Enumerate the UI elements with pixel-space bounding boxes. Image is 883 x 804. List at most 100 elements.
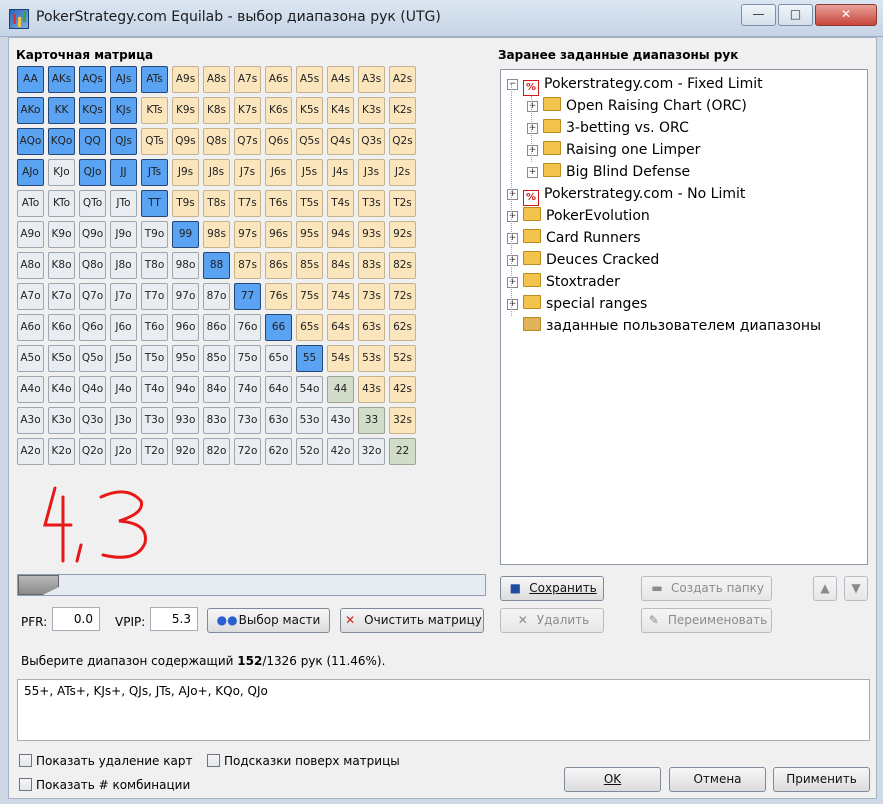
hand-cell-T5o[interactable]: T5o	[141, 345, 168, 372]
hand-cell-44[interactable]: 44	[327, 376, 354, 403]
hand-cell-A9s[interactable]: A9s	[172, 66, 199, 93]
hand-cell-K9s[interactable]: K9s	[172, 97, 199, 124]
hand-cell-J7o[interactable]: J7o	[110, 283, 137, 310]
hand-cell-33[interactable]: 33	[358, 407, 385, 434]
hand-cell-98s[interactable]: 98s	[203, 221, 230, 248]
hand-cell-54o[interactable]: 54o	[296, 376, 323, 403]
hand-cell-Q3o[interactable]: Q3o	[79, 407, 106, 434]
hand-cell-T5s[interactable]: T5s	[296, 190, 323, 217]
hand-cell-Q7o[interactable]: Q7o	[79, 283, 106, 310]
ok-button[interactable]: OK	[564, 767, 661, 792]
hand-cell-82o[interactable]: 82o	[203, 438, 230, 465]
tree-node[interactable]: Raising one Limper	[543, 140, 700, 160]
hand-cell-K3o[interactable]: K3o	[48, 407, 75, 434]
tree-expander[interactable]: +	[507, 299, 518, 310]
hand-cell-K4s[interactable]: K4s	[327, 97, 354, 124]
hand-cell-T3o[interactable]: T3o	[141, 407, 168, 434]
hand-cell-J3o[interactable]: J3o	[110, 407, 137, 434]
hand-cell-42o[interactable]: 42o	[327, 438, 354, 465]
hand-cell-KTs[interactable]: KTs	[141, 97, 168, 124]
hand-cell-TT[interactable]: TT	[141, 190, 168, 217]
hand-cell-84s[interactable]: 84s	[327, 252, 354, 279]
hand-cell-KJo[interactable]: KJo	[48, 159, 75, 186]
hand-cell-A5s[interactable]: A5s	[296, 66, 323, 93]
hand-cell-73s[interactable]: 73s	[358, 283, 385, 310]
hand-cell-KK[interactable]: KK	[48, 97, 75, 124]
hand-cell-64o[interactable]: 64o	[265, 376, 292, 403]
tree-expander[interactable]: +	[527, 145, 538, 156]
hand-cell-AJs[interactable]: AJs	[110, 66, 137, 93]
tree-expander[interactable]: −	[507, 79, 518, 90]
pfr-field[interactable]: 0.0	[52, 607, 100, 631]
tree-node[interactable]: special ranges	[523, 294, 647, 314]
hand-cell-J2o[interactable]: J2o	[110, 438, 137, 465]
tree-expander[interactable]: +	[507, 255, 518, 266]
hand-cell-63s[interactable]: 63s	[358, 314, 385, 341]
range-slider-track[interactable]	[17, 574, 486, 596]
hand-cell-A3o[interactable]: A3o	[17, 407, 44, 434]
show-combos-checkbox[interactable]	[19, 778, 32, 791]
hand-cell-J6s[interactable]: J6s	[265, 159, 292, 186]
hand-cell-A8o[interactable]: A8o	[17, 252, 44, 279]
move-up-button[interactable]: ▲	[813, 576, 837, 601]
save-button[interactable]: ■ Сохранить	[500, 576, 604, 601]
hand-cell-T9o[interactable]: T9o	[141, 221, 168, 248]
hand-cell-J9s[interactable]: J9s	[172, 159, 199, 186]
hand-cell-62o[interactable]: 62o	[265, 438, 292, 465]
hand-cell-KTo[interactable]: KTo	[48, 190, 75, 217]
hand-cell-52o[interactable]: 52o	[296, 438, 323, 465]
tree-expander[interactable]: +	[507, 189, 518, 200]
hand-cell-77[interactable]: 77	[234, 283, 261, 310]
hand-cell-Q6s[interactable]: Q6s	[265, 128, 292, 155]
create-folder-button[interactable]: ▬ Создать папку	[641, 576, 772, 601]
tree-expander[interactable]: +	[527, 101, 538, 112]
tree-node[interactable]: Card Runners	[523, 228, 641, 248]
hand-cell-ATo[interactable]: ATo	[17, 190, 44, 217]
suit-select-button[interactable]: ●●Выбор масти	[207, 608, 330, 633]
hand-cell-A2o[interactable]: A2o	[17, 438, 44, 465]
hand-cell-J6o[interactable]: J6o	[110, 314, 137, 341]
hand-cell-AQs[interactable]: AQs	[79, 66, 106, 93]
hand-cell-Q4o[interactable]: Q4o	[79, 376, 106, 403]
hand-cell-84o[interactable]: 84o	[203, 376, 230, 403]
hand-cell-K8o[interactable]: K8o	[48, 252, 75, 279]
hand-cell-85s[interactable]: 85s	[296, 252, 323, 279]
move-down-button[interactable]: ▼	[844, 576, 868, 601]
tree-node[interactable]: % Pokerstrategy.com - No Limit	[523, 184, 745, 206]
tree-node[interactable]: % Pokerstrategy.com - Fixed Limit	[523, 74, 763, 96]
hand-cell-82s[interactable]: 82s	[389, 252, 416, 279]
hand-cell-T3s[interactable]: T3s	[358, 190, 385, 217]
hand-cell-65o[interactable]: 65o	[265, 345, 292, 372]
hand-cell-Q3s[interactable]: Q3s	[358, 128, 385, 155]
hand-cell-A2s[interactable]: A2s	[389, 66, 416, 93]
hand-cell-73o[interactable]: 73o	[234, 407, 261, 434]
hand-cell-J9o[interactable]: J9o	[110, 221, 137, 248]
hand-cell-T8o[interactable]: T8o	[141, 252, 168, 279]
tree-expander[interactable]: +	[507, 277, 518, 288]
hand-cell-J3s[interactable]: J3s	[358, 159, 385, 186]
hand-cell-K9o[interactable]: K9o	[48, 221, 75, 248]
hand-cell-JTs[interactable]: JTs	[141, 159, 168, 186]
tree-node[interactable]: Stoxtrader	[523, 272, 620, 292]
hand-cell-Q8o[interactable]: Q8o	[79, 252, 106, 279]
hand-cell-J4o[interactable]: J4o	[110, 376, 137, 403]
range-text-input[interactable]: 55+, ATs+, KJs+, QJs, JTs, AJo+, KQo, QJ…	[17, 679, 870, 741]
hand-cell-K5o[interactable]: K5o	[48, 345, 75, 372]
hand-cell-43s[interactable]: 43s	[358, 376, 385, 403]
hand-cell-T9s[interactable]: T9s	[172, 190, 199, 217]
hand-cell-Q4s[interactable]: Q4s	[327, 128, 354, 155]
hand-cell-K3s[interactable]: K3s	[358, 97, 385, 124]
hand-cell-T7s[interactable]: T7s	[234, 190, 261, 217]
delete-button[interactable]: ✕ Удалить	[500, 608, 604, 633]
hand-cell-A4o[interactable]: A4o	[17, 376, 44, 403]
hand-cell-AJo[interactable]: AJo	[17, 159, 44, 186]
hand-cell-85o[interactable]: 85o	[203, 345, 230, 372]
hand-cell-32o[interactable]: 32o	[358, 438, 385, 465]
hand-cell-AA[interactable]: AA	[17, 66, 44, 93]
hand-cell-22[interactable]: 22	[389, 438, 416, 465]
hand-cell-AKs[interactable]: AKs	[48, 66, 75, 93]
hand-cell-T6o[interactable]: T6o	[141, 314, 168, 341]
hand-cell-AQo[interactable]: AQo	[17, 128, 44, 155]
hand-cell-A5o[interactable]: A5o	[17, 345, 44, 372]
hand-cell-97o[interactable]: 97o	[172, 283, 199, 310]
